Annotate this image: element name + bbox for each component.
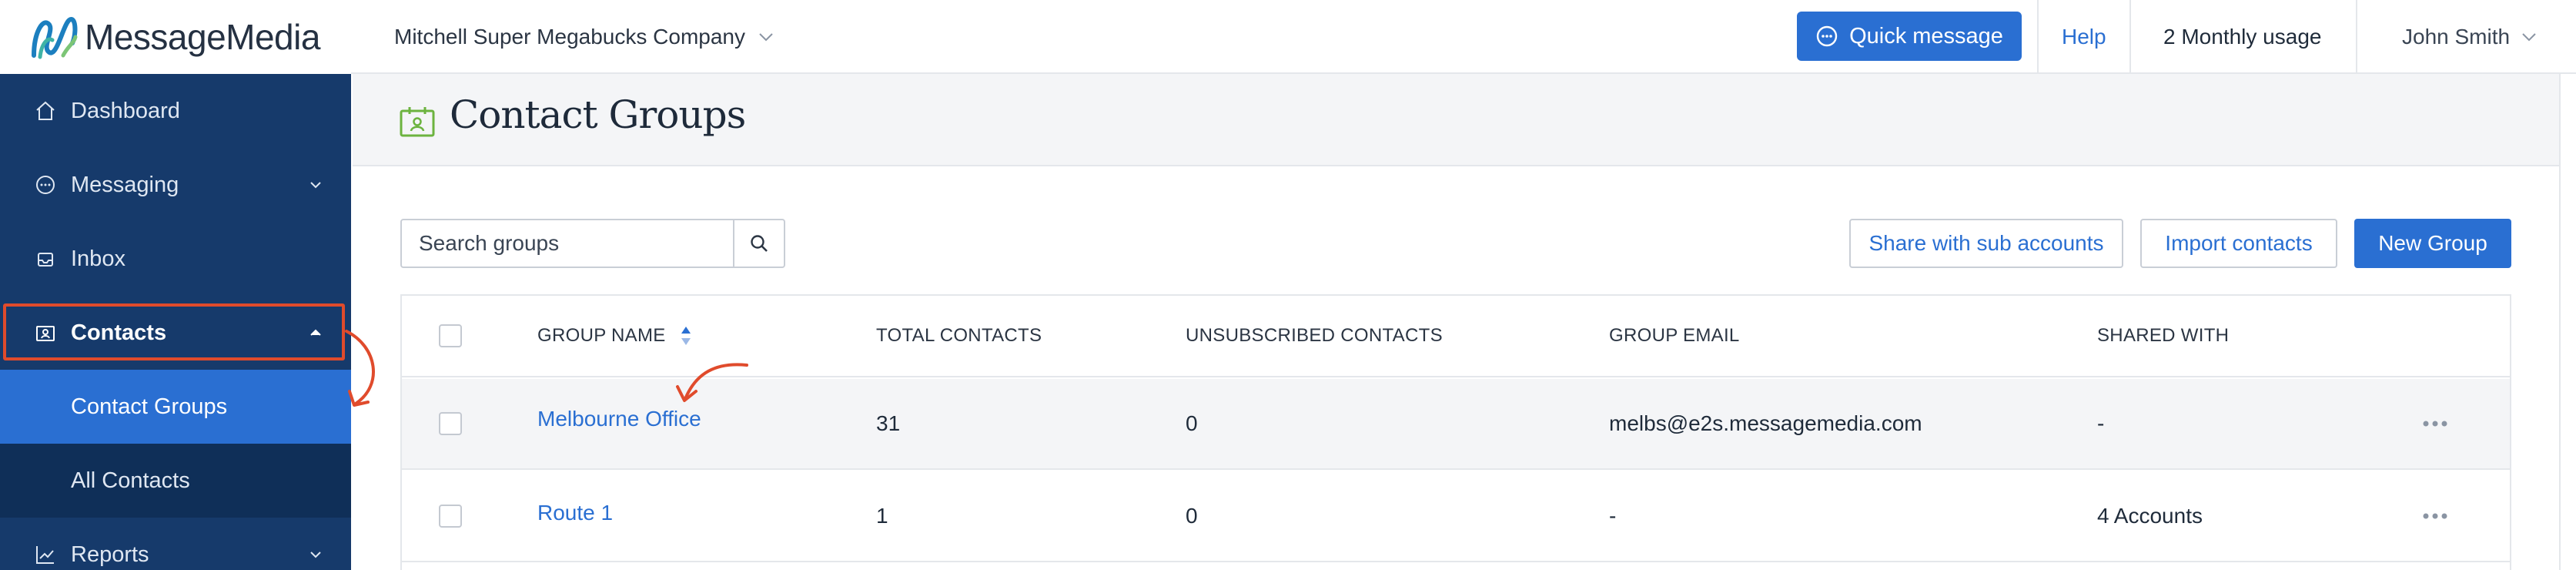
row-actions-cell [2422,379,2448,468]
row-actions-cell [2422,471,2448,561]
monthly-usage[interactable]: 2 Monthly usage [2163,0,2321,74]
share-with-sub-accounts-button[interactable]: Share with sub accounts [1849,219,2123,268]
sidebar-item-label: Inbox [71,246,125,271]
sort-icon [681,327,691,345]
search-button[interactable] [733,220,784,267]
row-select-cell [439,471,462,561]
unsubscribed-contacts-cell: 0 [1186,411,1198,435]
messagemedia-logo-icon [32,16,78,59]
sidebar-item-label: Messaging [71,172,179,197]
select-all-checkbox[interactable] [439,324,462,347]
sidebar-item-reports[interactable]: Reports [0,518,351,570]
search-input[interactable] [402,220,733,267]
new-group-button[interactable]: New Group [2354,219,2511,268]
annotation-highlight-box [3,303,345,360]
column-header-shared-with[interactable]: SHARED WITH [2097,296,2229,376]
chat-icon [36,176,55,194]
account-switcher[interactable]: Mitchell Super Megabucks Company [394,0,774,74]
account-name: Mitchell Super Megabucks Company [394,25,745,49]
user-menu[interactable]: John Smith [2402,0,2538,74]
annotation-arrow-icon [345,330,375,407]
sidebar-item-label: Reports [71,542,149,567]
sidebar-item-messaging[interactable]: Messaging [0,148,351,222]
row-checkbox[interactable] [439,412,462,435]
chevron-down-icon [310,552,321,558]
sidebar-item-inbox[interactable]: Inbox [0,222,351,296]
divider [2129,0,2131,74]
brand[interactable]: MessageMedia [0,0,351,74]
home-icon [36,101,55,120]
user-name: John Smith [2402,25,2511,49]
chart-icon [36,546,54,564]
total-contacts-cell: 1 [876,504,888,528]
top-bar: MessageMedia Mitchell Super Megabucks Co… [0,0,2576,74]
chevron-down-icon [2522,33,2536,42]
import-contacts-button[interactable]: Import contacts [2140,219,2337,268]
column-header-unsubscribed-contacts[interactable]: UNSUBSCRIBED CONTACTS [1186,296,1443,376]
group-name-link[interactable]: Route 1 [537,468,613,558]
divider [2356,0,2357,74]
sidebar-subitem-contact-groups[interactable]: Contact Groups [0,370,351,444]
total-contacts-cell: 31 [876,411,901,435]
right-panel-edge [2559,74,2576,570]
column-header-group-name[interactable]: GROUP NAME [537,296,692,376]
quick-message-label: Quick message [1849,23,2003,49]
table-row[interactable]: Route 1 1 0 - 4 Accounts [402,471,2510,562]
inbox-icon [38,253,53,267]
chevron-down-icon [759,33,773,42]
column-header-label: GROUP NAME [537,325,666,346]
row-select-cell [439,379,462,468]
unsubscribed-contacts-cell: 0 [1186,504,1198,528]
sidebar-subitem-all-contacts[interactable]: All Contacts [0,444,351,518]
help-link[interactable]: Help [2062,0,2106,74]
column-header-total-contacts[interactable]: TOTAL CONTACTS [876,296,1042,376]
search-icon [751,235,768,252]
more-options-icon[interactable] [2422,512,2448,520]
contact-groups-icon [400,107,435,137]
shared-with-cell: - [2097,411,2105,435]
sidebar-item-dashboard[interactable]: Dashboard [0,74,351,148]
divider [2037,0,2039,74]
search-box [400,219,785,268]
select-all-cell [439,296,462,376]
chevron-down-icon [310,182,321,189]
more-options-icon[interactable] [2422,420,2448,428]
row-checkbox[interactable] [439,505,462,528]
shared-with-cell: 4 Accounts [2097,504,2203,528]
group-email-cell: - [1609,504,1617,528]
annotation-arrow-icon [676,363,748,402]
group-email-cell: melbs@e2s.messagemedia.com [1609,411,1922,435]
column-header-group-email[interactable]: GROUP EMAIL [1609,296,1740,376]
quick-message-button[interactable]: Quick message [1797,12,2022,61]
sidebar-item-label: Dashboard [71,98,180,123]
groups-table: GROUP NAME TOTAL CONTACTS UNSUBSCRIBED C… [400,294,2511,570]
chat-bubble-icon [1816,25,1838,47]
brand-name: MessageMedia [85,17,320,57]
page-title: Contact Groups [450,92,746,137]
